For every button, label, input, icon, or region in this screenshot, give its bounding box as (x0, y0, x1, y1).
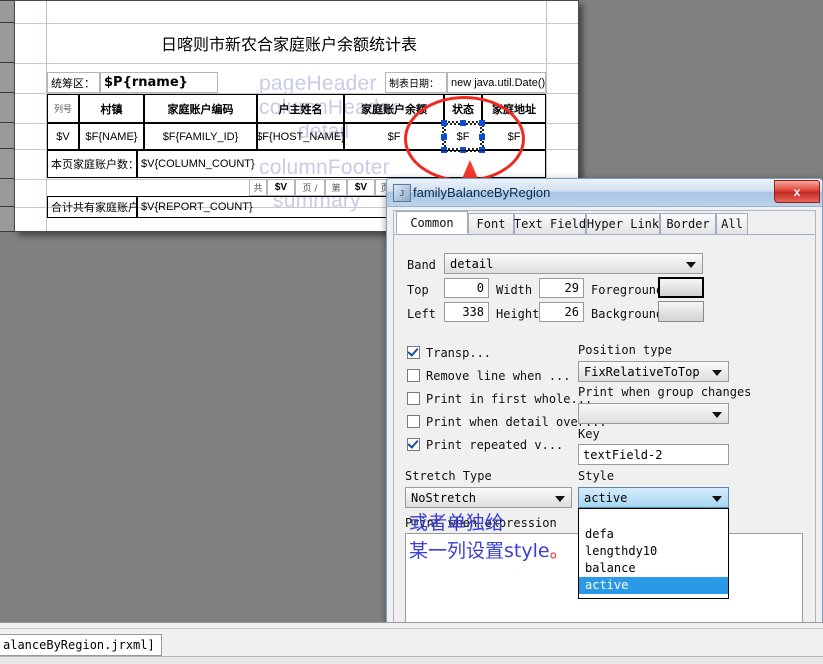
dialog-titlebar[interactable]: J familyBalanceByRegion x (387, 179, 822, 207)
annotation-note-tail: 。 (549, 540, 569, 562)
style-option-0[interactable] (579, 509, 728, 526)
style-option-4[interactable]: active (579, 577, 728, 594)
tab-font[interactable]: Font (468, 213, 514, 234)
foreground-label: Foreground (591, 283, 664, 297)
print-when-group-label: Print when group changes (578, 385, 752, 399)
detail-cell-2[interactable]: $F{FAMILY_ID} (144, 123, 257, 150)
background-color-button[interactable] (658, 301, 704, 322)
position-type-combo[interactable]: FixRelativeToTop (578, 361, 729, 382)
chevron-down-icon (686, 261, 696, 268)
remove-line-label: Remove line when ... (426, 369, 571, 383)
style-combo-value: active (584, 490, 628, 505)
left-label: Left (407, 307, 436, 321)
print-first-whole-label: Print in first whole... (426, 392, 593, 406)
pagefooter-v1[interactable]: $V (267, 179, 295, 196)
close-icon[interactable]: x (774, 180, 820, 203)
report-title[interactable]: 日喀则市新农合家庭账户余额统计表 (49, 31, 529, 55)
height-input[interactable]: 26 (539, 302, 584, 322)
background-label: Background (591, 307, 664, 321)
style-combo[interactable]: active (578, 487, 729, 508)
chevron-down-icon (712, 495, 722, 502)
stretch-type-label: Stretch Type (405, 469, 492, 483)
style-dropdown-popup[interactable]: defa lengthdy10 balance active (578, 508, 729, 599)
style-option-1[interactable]: defa (579, 526, 728, 543)
print-repeated-label: Print repeated v... (426, 438, 564, 452)
tab-all[interactable]: All (716, 213, 748, 234)
style-option-2[interactable]: lengthdy10 (579, 543, 728, 560)
band-gutter-ruler (0, 0, 15, 232)
annotation-note-line2: 某一列设置style (409, 540, 550, 562)
annotation-note-line1: 或者单独给 (409, 512, 505, 534)
print-first-whole-checkbox[interactable] (407, 392, 420, 405)
tab-border[interactable]: Border (660, 213, 716, 234)
chevron-down-icon (712, 369, 722, 376)
dialog-title: familyBalanceByRegion (413, 185, 551, 200)
top-label: Top (407, 283, 429, 297)
print-repeated-checkbox[interactable] (407, 438, 420, 451)
colheader-cell-3[interactable]: 户主姓名 (257, 94, 344, 123)
tab-text-field[interactable]: Text Field (514, 213, 586, 234)
chevron-down-icon (712, 411, 722, 418)
detail-cell-3[interactable]: $F{HOST_NAME} (257, 123, 344, 150)
band-combo[interactable]: detail (444, 253, 703, 274)
key-label: Key (578, 427, 600, 441)
param-label-date[interactable]: 制表日期： (385, 72, 447, 93)
position-type-label: Position type (578, 343, 672, 357)
colheader-cell-1[interactable]: 村镇 (79, 94, 144, 123)
transparent-checkbox[interactable] (407, 346, 420, 359)
app-icon: J (393, 184, 411, 202)
dialog-body: Common Font Text Field Hyper Link Border… (393, 210, 816, 633)
style-option-3[interactable]: balance (579, 560, 728, 577)
colheader-cell-0[interactable]: 列号 (47, 94, 79, 123)
top-input[interactable]: 0 (444, 278, 489, 298)
print-detail-over-checkbox[interactable] (407, 415, 420, 428)
width-input[interactable]: 29 (539, 278, 584, 298)
file-tab[interactable]: alanceByRegion.jrxml] (0, 634, 162, 656)
transparent-label: Transp... (426, 346, 492, 360)
annotation-note: 或者单独给 某一列设置style。 (409, 509, 569, 565)
foreground-color-button[interactable] (658, 277, 704, 298)
band-label: Band (407, 258, 436, 272)
height-label: Height (496, 307, 540, 321)
width-label: Width (496, 283, 533, 297)
param-value-date[interactable]: new java.util.Date() (447, 72, 546, 93)
pagefooter-v2[interactable]: $V (347, 179, 375, 196)
stretch-type-value: NoStretch (411, 490, 477, 505)
print-when-group-combo[interactable] (578, 403, 729, 424)
band-combo-value: detail (450, 256, 494, 271)
properties-dialog[interactable]: J familyBalanceByRegion x Common Font Te… (386, 178, 823, 644)
tabstrip: Common Font Text Field Hyper Link Border… (394, 211, 815, 235)
tab-hyper-link[interactable]: Hyper Link (586, 213, 660, 234)
param-value-region[interactable]: $P{rname} (100, 72, 218, 93)
tab-common[interactable]: Common (396, 211, 468, 234)
chevron-down-icon (555, 495, 565, 502)
position-type-value: FixRelativeToTop (584, 364, 700, 379)
columnfooter-label[interactable]: 本页家庭账户数： (47, 150, 137, 178)
param-label-region[interactable]: 统筹区： (47, 72, 100, 93)
detail-cell-1[interactable]: $F{NAME} (79, 123, 144, 150)
pagefooter-t3[interactable]: 第 (325, 179, 347, 196)
left-input[interactable]: 338 (444, 302, 489, 322)
pagefooter-t1[interactable]: 共 (249, 179, 267, 196)
remove-line-checkbox[interactable] (407, 369, 420, 382)
summary-label[interactable]: 合计共有家庭账户 (47, 196, 137, 218)
detail-cell-0[interactable]: $V (47, 123, 79, 150)
key-input[interactable]: textField-2 (578, 444, 729, 465)
stretch-type-combo[interactable]: NoStretch (405, 487, 572, 508)
style-label: Style (578, 469, 615, 483)
pagefooter-t2[interactable]: 页 / (295, 179, 325, 196)
colheader-cell-2[interactable]: 家庭账户编码 (144, 94, 257, 123)
bottom-separator (0, 628, 823, 629)
